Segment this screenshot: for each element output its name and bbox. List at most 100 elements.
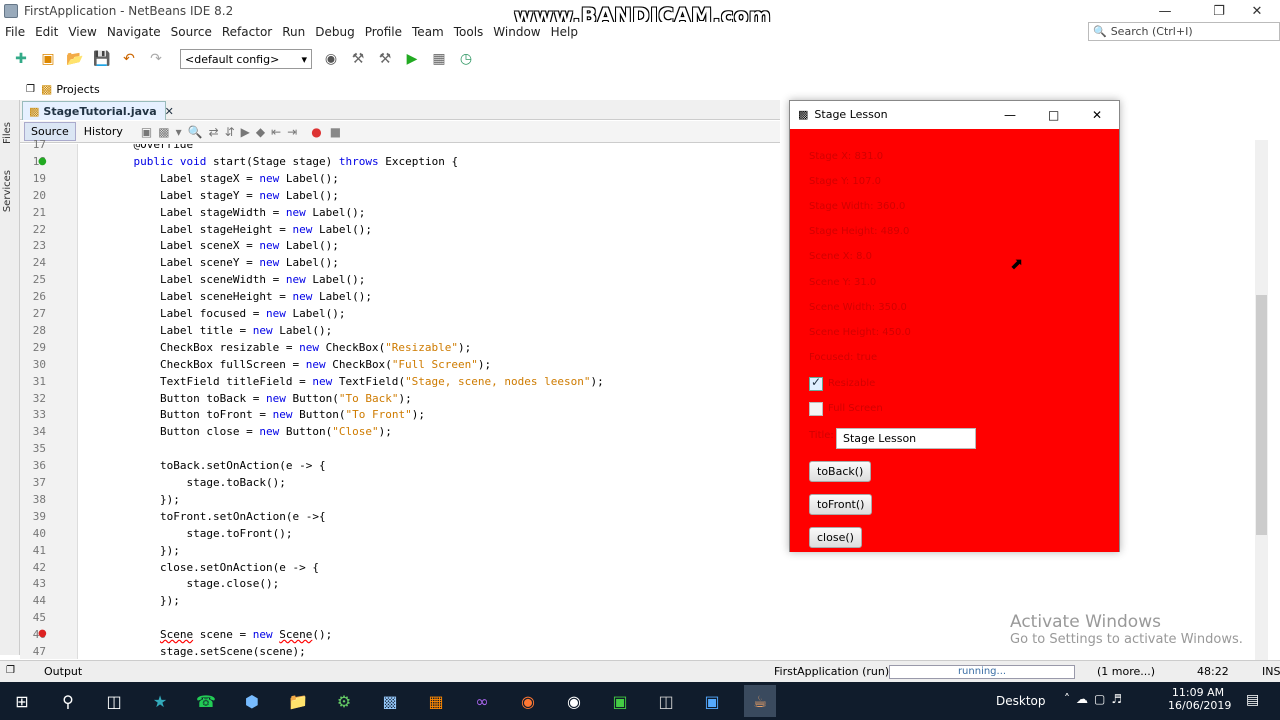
code-line: }); [107,594,180,608]
java-app-taskbar-icon[interactable]: ☕ [744,685,776,717]
android-studio-icon[interactable]: ⚙ [328,685,360,717]
close-stage-button[interactable]: close() [809,527,862,548]
menu-help[interactable]: Help [546,25,583,39]
menu-run[interactable]: Run [277,25,310,39]
projects-icon: ▩ [40,82,53,96]
menu-navigate[interactable]: Navigate [102,25,166,39]
menu-refactor[interactable]: Refactor [217,25,277,39]
twitter-icon[interactable]: ★ [144,685,176,717]
menu-debug[interactable]: Debug [310,25,359,39]
config-select[interactable]: <default config> ▾ [180,49,312,69]
new-project-icon[interactable]: ▣ [37,48,59,70]
clean-build-icon[interactable]: ⚒ [374,48,396,70]
spreadsheet-icon[interactable]: ▣ [604,685,636,717]
search-input[interactable]: 🔍 Search (Ctrl+I) [1088,22,1280,41]
globe-icon[interactable]: ◉ [320,48,342,70]
debug-icon[interactable]: ▦ [428,48,450,70]
office-icon[interactable]: ▦ [420,685,452,717]
to-back-button[interactable]: toBack() [809,461,872,482]
close-button[interactable]: ✕ [1234,0,1280,22]
open-project-icon[interactable]: 📂 [64,48,86,70]
visual-studio-icon[interactable]: ∞ [466,685,498,717]
menu-file[interactable]: File [0,25,30,39]
history-tab[interactable]: History [78,123,129,140]
app-icon[interactable]: ▩ [374,685,406,717]
code-line: CheckBox fullScreen = new CheckBox("Full… [159,357,492,371]
line-number: 25 [32,273,46,287]
window-app-icon[interactable]: ▣ [696,685,728,717]
menu-window[interactable]: Window [488,25,545,39]
scene-height-label: Scene Height: 450.0 [809,327,911,338]
code-line: Label title = new Label(); [159,323,333,337]
menu-source[interactable]: Source [166,25,217,39]
override-marker-icon[interactable]: ● [38,156,47,167]
resizable-checkbox[interactable]: ✓ [809,375,823,391]
profile-icon[interactable]: ◷ [455,48,477,70]
netbeans-icon [4,4,18,18]
scrollbar-thumb[interactable] [1256,295,1267,535]
code-line: Label sceneX = new Label(); [159,239,339,253]
menu-edit[interactable]: Edit [30,25,63,39]
menu-tools[interactable]: Tools [449,25,489,39]
start-windows-icon[interactable]: ⊞ [6,685,38,717]
more-tasks-label[interactable]: (1 more...) [1097,665,1155,678]
box-app-icon[interactable]: ⬢ [236,685,268,717]
output-tab[interactable]: Output [44,665,82,678]
notifications-icon[interactable]: ▤ [1246,692,1259,708]
stage-height-label: Stage Height: 489.0 [809,226,910,237]
file-explorer-icon[interactable]: 📁 [282,685,314,717]
redo-icon[interactable]: ↷ [145,48,167,70]
whatsapp-icon[interactable]: ☎ [190,685,222,717]
stage-close-button[interactable]: ✕ [1092,108,1102,122]
monitor-icon[interactable]: ◫ [650,685,682,717]
menu-view[interactable]: View [63,25,101,39]
firefox-icon[interactable]: ◉ [512,685,544,717]
files-tab[interactable]: Files [2,122,13,144]
stage-maximize-button[interactable]: □ [1048,108,1059,122]
menu-profile[interactable]: Profile [360,25,407,39]
close-tab-icon[interactable]: ✕ [165,105,174,118]
stop-macro-icon[interactable]: ■ [330,125,341,139]
code-line: close.setOnAction(e -> { [159,560,319,574]
task-view-icon[interactable]: ◫ [98,685,130,717]
record-macro-icon[interactable]: ● [311,125,321,139]
line-number: 27 [32,307,46,320]
projects-bar: ❐ ▩ Projects [20,79,1280,99]
undo-icon[interactable]: ↶ [118,48,140,70]
title-field[interactable]: Stage Lesson [836,428,976,449]
progress-bar[interactable]: running... [889,665,1075,679]
menu-team[interactable]: Team [407,25,449,39]
services-tab[interactable]: Services [2,170,13,212]
java-app-icon: ▩ [798,108,809,121]
to-front-button[interactable]: toFront() [809,494,873,515]
build-icon[interactable]: ⚒ [347,48,369,70]
checkmark-icon: ✓ [811,375,822,389]
code-line: Label sceneWidth = new Label(); [159,273,366,287]
obs-icon[interactable]: ◉ [558,685,590,717]
code-line: toBack.setOnAction(e -> { [159,459,326,473]
desktop-toolbar-label[interactable]: Desktop [996,694,1046,708]
code-line: stage.close(); [186,577,280,591]
system-tray-icons[interactable]: ˄☁▢♬ [1064,692,1128,706]
minimize-button[interactable]: — [1142,0,1188,22]
line-number: 33 [32,408,46,422]
line-number: 35 [32,442,46,456]
line-number: 29 [32,340,46,354]
projects-tab[interactable]: Projects [56,83,99,96]
search-icon[interactable]: ⚲ [52,685,84,717]
editor-tab-stagetutorial[interactable]: ▩ StageTutorial.java ✕ [22,101,174,120]
new-file-icon[interactable]: ✚ [10,48,32,70]
line-number: 26 [32,290,46,304]
code-line: Label focused = new Label(); [159,307,346,320]
save-all-icon[interactable]: 💾 [91,48,113,70]
run-icon[interactable]: ▶ [401,48,423,70]
code-line: CheckBox resizable = new CheckBox("Resiz… [159,340,472,354]
fullscreen-checkbox[interactable] [809,402,823,416]
code-line: TextField titleField = new TextField("St… [159,374,604,388]
error-marker-icon[interactable]: ● [38,628,47,639]
clock[interactable]: 11:09 AM 16/06/2019 [1168,686,1231,712]
code-line: Scene scene = new Scene(); [159,628,333,642]
code-line: stage.toFront(); [186,526,293,540]
stage-minimize-button[interactable]: — [1004,108,1016,122]
editor-tools-icons[interactable]: ▣▩▾🔍⇄⇵▶◆⇤⇥ [141,125,303,139]
